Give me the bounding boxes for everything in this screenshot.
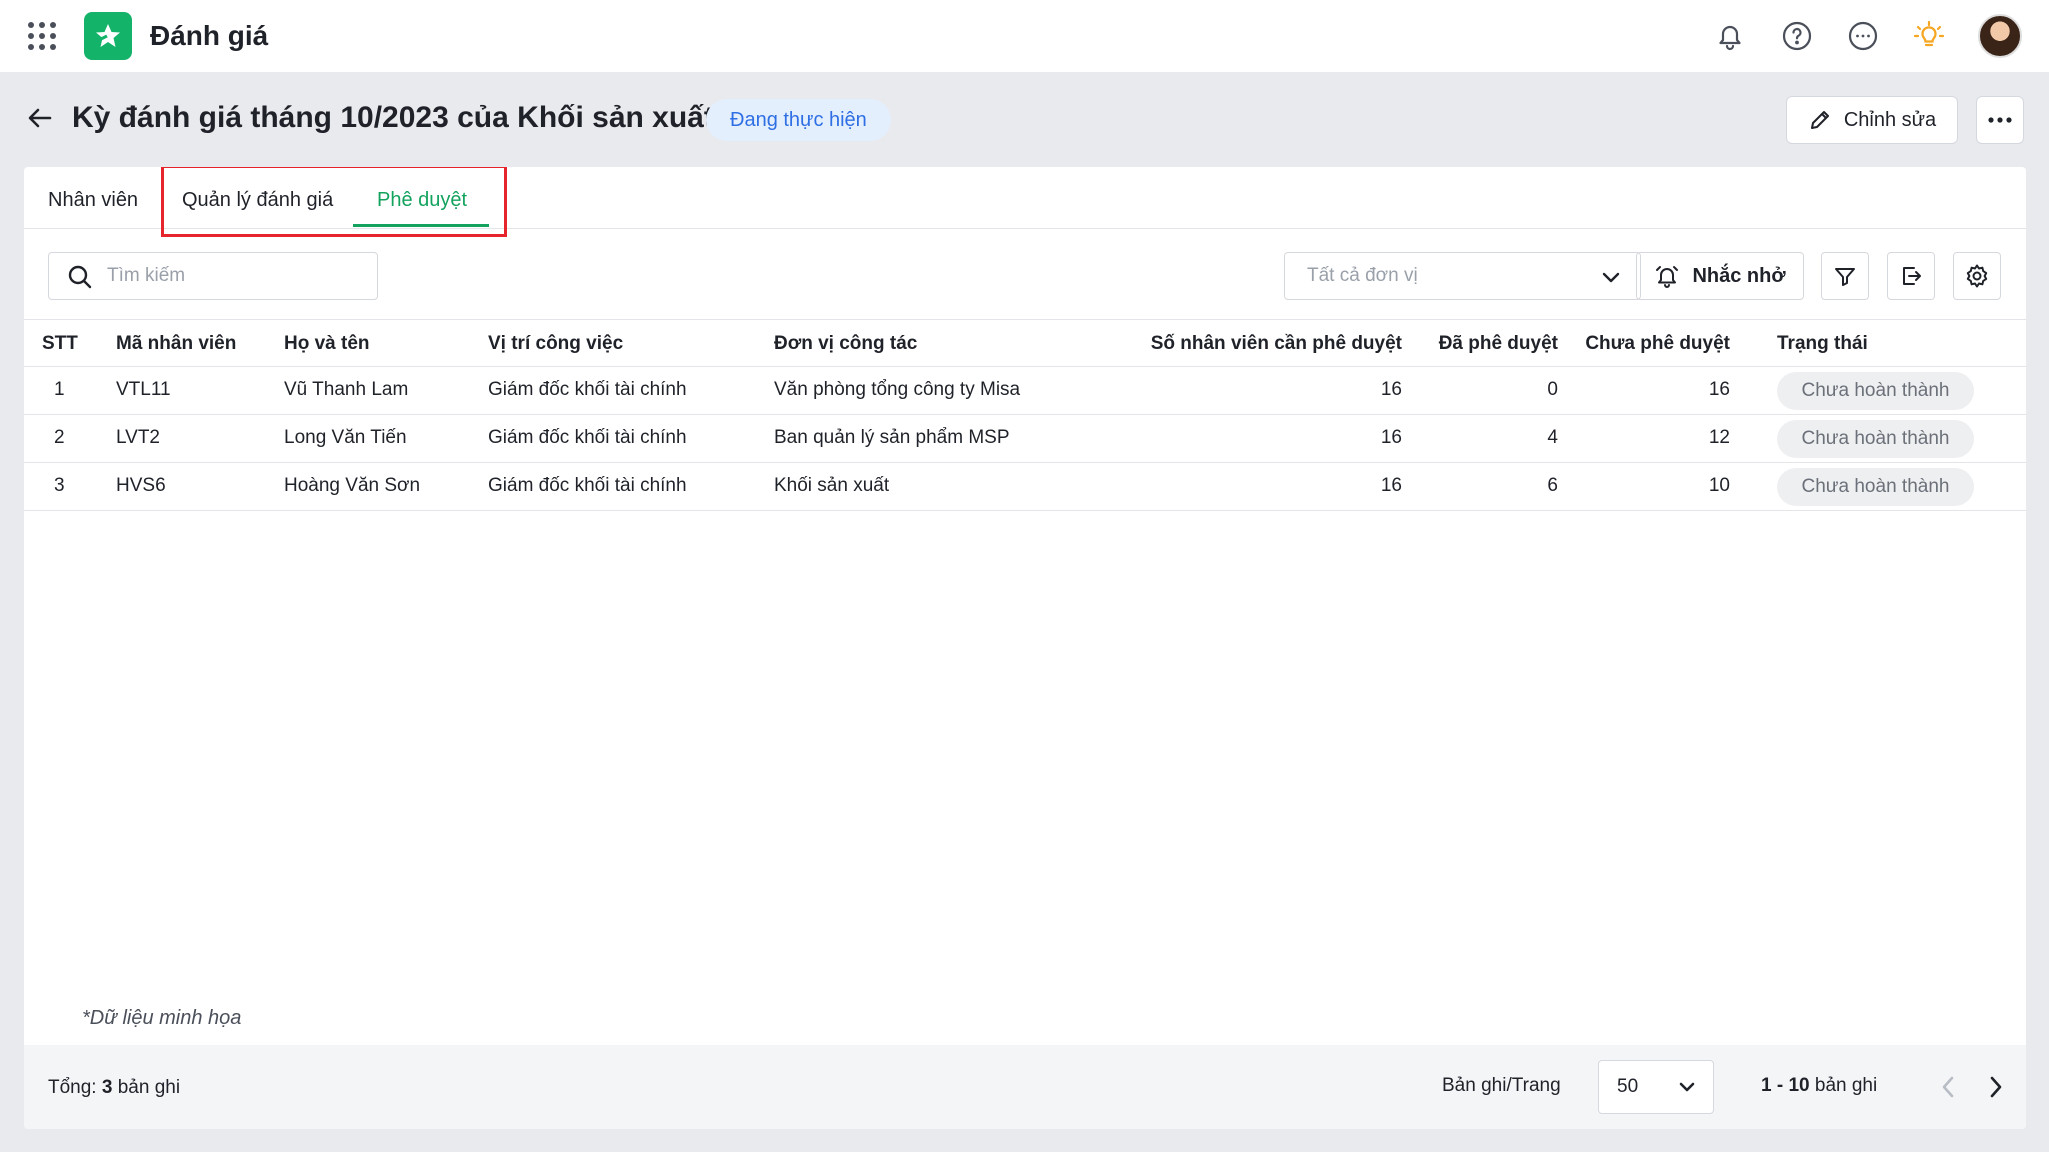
status-badge: Chưa hoàn thành — [1777, 468, 1974, 506]
bell-icon[interactable] — [1710, 16, 1750, 56]
table-row[interactable]: 2 LVT2 Long Văn Tiến Giám đốc khối tài c… — [24, 415, 2026, 463]
cell-employee-code: LVT2 — [116, 427, 161, 448]
app-title: Đánh giá — [150, 20, 269, 51]
next-page-button[interactable] — [1982, 1071, 2010, 1103]
cell-index: 1 — [54, 379, 65, 400]
column-header[interactable]: Đơn vị công tác — [774, 333, 917, 355]
cell-unit: Văn phòng tổng công ty Misa — [774, 379, 1021, 400]
chevron-down-icon — [1602, 272, 1620, 283]
pagination-footer: Tổng: 3 bản ghi Bản ghi/Trang 50 1 - 10 … — [24, 1045, 2026, 1129]
cell-full-name: Long Văn Tiến — [284, 427, 407, 448]
cell-unit: Ban quản lý sản phẩm MSP — [774, 427, 1010, 448]
cell-index: 2 — [54, 427, 65, 448]
cell-full-name: Vũ Thanh Lam — [284, 379, 409, 400]
remind-button-label: Nhắc nhở — [1692, 264, 1786, 287]
cell-not-approved: 16 — [1708, 379, 1730, 400]
chevron-down-icon — [1679, 1082, 1695, 1092]
top-bar: Đánh giá — [0, 0, 2049, 72]
unit-select-placeholder: Tất cả đơn vị — [1307, 265, 1418, 286]
prev-page-button[interactable] — [1934, 1071, 1962, 1103]
cell-need-approval: 16 — [1380, 475, 1402, 496]
tab-bar: Nhân viên Quản lý đánh giá Phê duyệt — [24, 167, 2026, 237]
per-page-value: 50 — [1617, 1076, 1639, 1097]
column-header[interactable]: Đã phê duyệt — [1439, 333, 1558, 355]
search-box[interactable] — [48, 252, 378, 300]
pencil-icon — [1810, 111, 1829, 129]
page-title: Kỳ đánh giá tháng 10/2023 của Khối sản x… — [72, 101, 714, 134]
export-icon — [1903, 267, 1921, 285]
illustration-note: *Dữ liệu minh họa — [82, 1007, 242, 1029]
per-page-label: Bản ghi/Trang — [1442, 1075, 1561, 1096]
range-suffix: bản ghi — [1809, 1075, 1878, 1096]
chevron-left-icon — [1942, 1076, 1954, 1098]
gear-icon — [1966, 264, 1988, 288]
chat-icon[interactable] — [1843, 16, 1883, 56]
cell-position: Giám đốc khối tài chính — [488, 427, 687, 448]
alarm-bell-icon — [1656, 266, 1679, 288]
search-input[interactable] — [107, 265, 357, 287]
lightbulb-icon[interactable] — [1909, 16, 1949, 56]
cell-employee-code: HVS6 — [116, 475, 166, 496]
table-row[interactable]: 3 HVS6 Hoàng Văn Sơn Giám đốc khối tài c… — [24, 463, 2026, 511]
back-arrow-icon[interactable] — [26, 104, 54, 132]
app-grid-icon[interactable] — [28, 22, 56, 50]
table-header: STT Mã nhân viên Họ và tên Vị trí công v… — [24, 319, 2026, 367]
search-icon — [68, 265, 92, 289]
export-button[interactable] — [1887, 252, 1935, 300]
help-icon[interactable] — [1777, 16, 1817, 56]
total-suffix: bản ghi — [112, 1077, 181, 1098]
column-header[interactable]: Họ và tên — [284, 333, 370, 355]
column-header[interactable]: Vị trí công việc — [488, 333, 623, 355]
total-prefix: Tổng: — [48, 1077, 102, 1098]
content-card: Nhân viên Quản lý đánh giá Phê duyệt Tất… — [24, 167, 2026, 1129]
cell-not-approved: 10 — [1708, 475, 1730, 496]
cell-approved: 6 — [1547, 475, 1558, 496]
cell-employee-code: VTL11 — [116, 379, 171, 400]
more-horizontal-icon — [1988, 117, 2012, 123]
status-badge: Đang thực hiện — [706, 99, 891, 141]
filter-button[interactable] — [1821, 252, 1869, 300]
range-bold: 1 - 10 — [1761, 1075, 1810, 1096]
chevron-right-icon — [1990, 1076, 2002, 1098]
column-header[interactable]: STT — [42, 333, 78, 355]
cell-full-name: Hoàng Văn Sơn — [284, 475, 421, 496]
cell-approved: 4 — [1547, 427, 1558, 448]
filter-icon — [1835, 268, 1855, 286]
cell-need-approval: 16 — [1380, 427, 1402, 448]
status-badge: Chưa hoàn thành — [1777, 372, 1974, 410]
more-options-button[interactable] — [1976, 96, 2024, 144]
avatar[interactable] — [1978, 14, 2022, 58]
per-page-select[interactable]: 50 — [1598, 1060, 1714, 1114]
page-range: 1 - 10 bản ghi — [1761, 1075, 1877, 1097]
cell-need-approval: 16 — [1380, 379, 1402, 400]
total-count: 3 — [101, 1077, 113, 1098]
edit-button-label: Chỉnh sửa — [1843, 108, 1937, 131]
remind-button[interactable]: Nhắc nhở — [1636, 252, 1804, 300]
unit-select[interactable]: Tất cả đơn vị — [1284, 252, 1641, 300]
edit-button[interactable]: Chỉnh sửa — [1786, 96, 1958, 144]
highlight-annotation — [161, 167, 507, 237]
cell-unit: Khối sản xuất — [774, 475, 890, 496]
total-records: Tổng: 3 bản ghi — [48, 1077, 180, 1099]
cell-position: Giám đốc khối tài chính — [488, 475, 687, 496]
status-badge: Chưa hoàn thành — [1777, 420, 1974, 458]
cell-approved: 0 — [1547, 379, 1558, 400]
column-header[interactable]: Mã nhân viên — [116, 333, 236, 355]
settings-button[interactable] — [1953, 252, 2001, 300]
app-logo — [84, 12, 132, 60]
column-header[interactable]: Số nhân viên cần phê duyệt — [1151, 333, 1402, 355]
tab-nhan-vien[interactable]: Nhân viên — [48, 189, 138, 212]
cell-position: Giám đốc khối tài chính — [488, 379, 687, 400]
cell-not-approved: 12 — [1708, 427, 1730, 448]
cell-index: 3 — [54, 475, 65, 496]
column-header[interactable]: Chưa phê duyệt — [1585, 333, 1730, 355]
table-row[interactable]: 1 VTL11 Vũ Thanh Lam Giám đốc khối tài c… — [24, 367, 2026, 415]
column-header[interactable]: Trạng thái — [1777, 333, 1868, 355]
